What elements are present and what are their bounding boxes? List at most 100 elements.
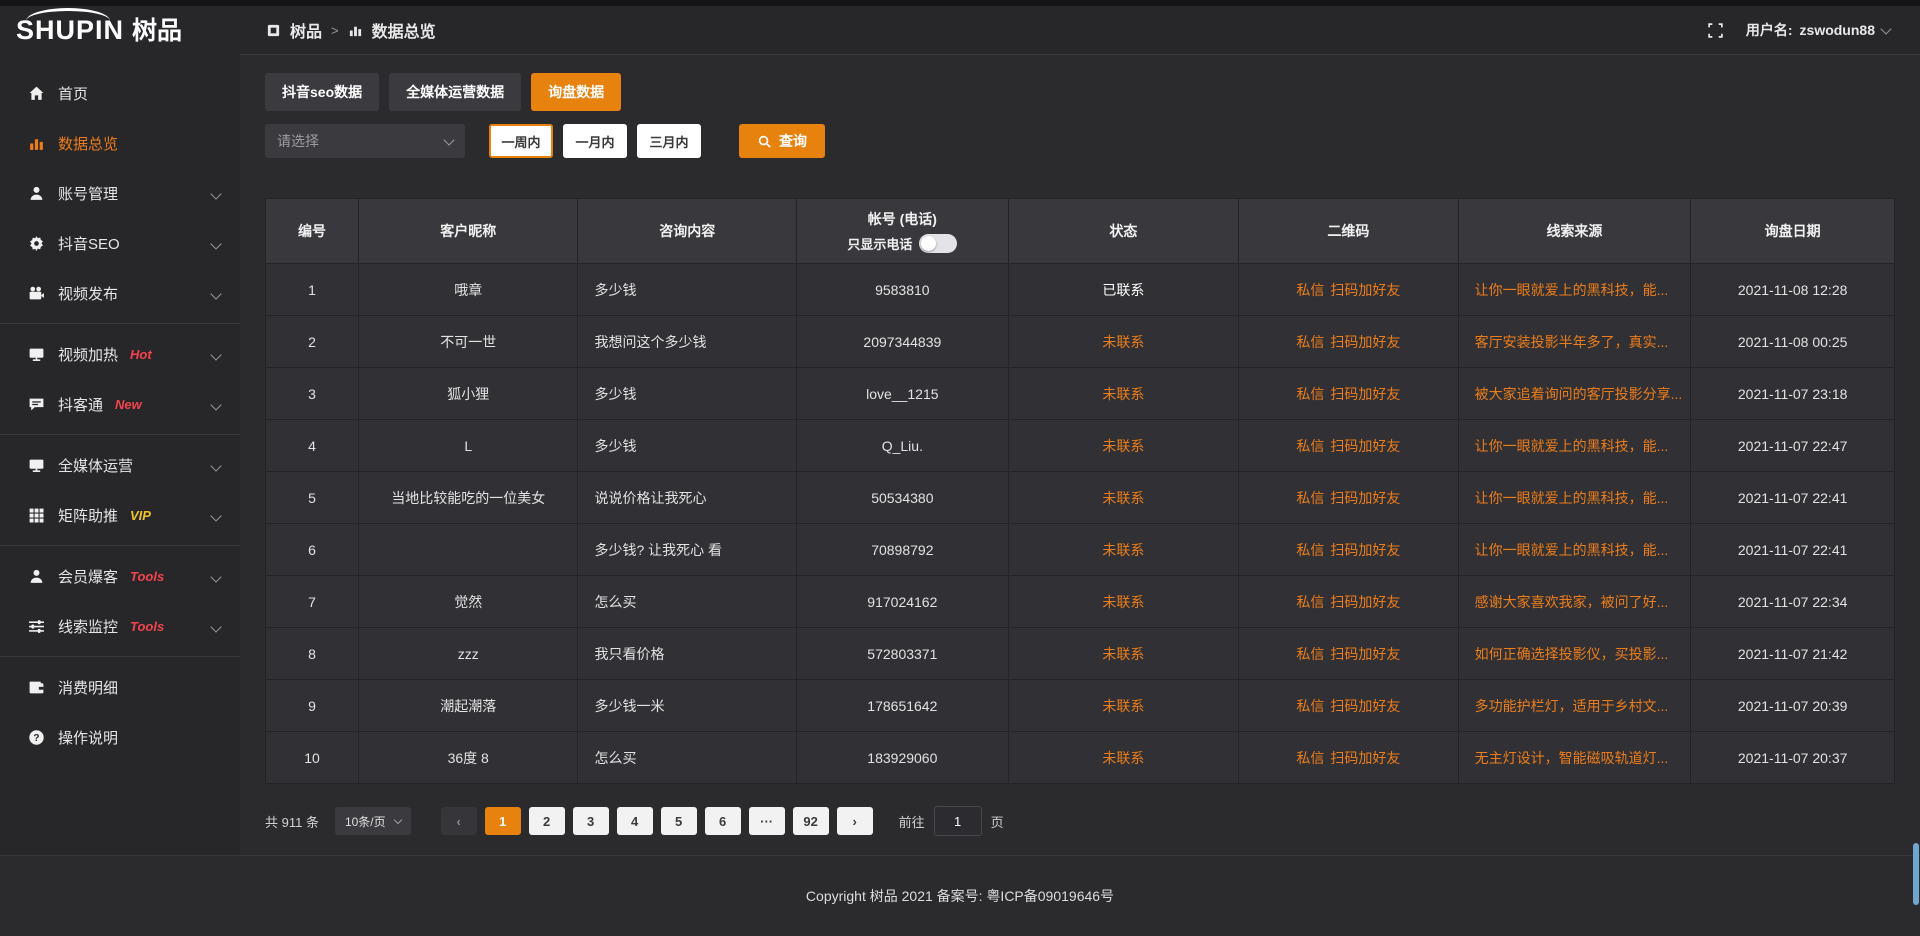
cell-id: 10 (266, 732, 358, 783)
tab-media-operation-data[interactable]: 全媒体运营数据 (389, 73, 521, 111)
phone-only-toggle[interactable] (919, 234, 957, 253)
prev-page-button[interactable]: ‹ (441, 807, 477, 835)
sidebar-item-douketong[interactable]: 抖客通New (0, 379, 240, 429)
username: zswodun88 (1800, 22, 1875, 38)
source-link[interactable]: 如何正确选择投影仪，买投影... (1475, 644, 1669, 664)
range-button-0[interactable]: 一周内 (489, 124, 553, 158)
cell-content: 我只看价格 (578, 628, 796, 679)
tab-douyin-seo-data[interactable]: 抖音seo数据 (265, 73, 379, 111)
chevron-down-icon (212, 235, 220, 252)
qr-scan-add-friend-link[interactable]: 扫码加好友 (1330, 748, 1400, 768)
next-page-button[interactable]: › (837, 807, 873, 835)
qr-scan-add-friend-link[interactable]: 扫码加好友 (1330, 696, 1400, 716)
cell-source: 如何正确选择投影仪，买投影... (1459, 628, 1691, 679)
qr-private-msg-link[interactable]: 私信 (1296, 436, 1324, 456)
phone-only-row: 只显示电话 (847, 234, 957, 253)
chevron-down-icon (212, 185, 220, 202)
svg-text:?: ? (33, 732, 39, 743)
sidebar-item-lead-monitor[interactable]: 线索监控Tools (0, 601, 240, 651)
qr-private-msg-link[interactable]: 私信 (1296, 280, 1324, 300)
source-link[interactable]: 让你一眼就爱上的黑科技，能... (1475, 280, 1669, 300)
user-menu[interactable]: 用户名: zswodun88 (1746, 20, 1890, 40)
page-button-1[interactable]: 1 (485, 807, 521, 835)
qr-scan-add-friend-link[interactable]: 扫码加好友 (1330, 332, 1400, 352)
page-button-2[interactable]: 2 (529, 807, 565, 835)
sidebar-item-consumption-detail[interactable]: 消费明细 (0, 662, 240, 712)
cell-id: 1 (266, 264, 358, 315)
search-button[interactable]: 查询 (739, 124, 825, 158)
cell-status: 已联系 (1009, 264, 1238, 315)
qr-private-msg-link[interactable]: 私信 (1296, 540, 1324, 560)
page-button-4[interactable]: 4 (617, 807, 653, 835)
qr-scan-add-friend-link[interactable]: 扫码加好友 (1330, 436, 1400, 456)
sidebar-item-matrix-boost[interactable]: 矩阵助推VIP (0, 490, 240, 540)
cell-status: 未联系 (1009, 732, 1238, 783)
source-link[interactable]: 让你一眼就爱上的黑科技，能... (1475, 436, 1669, 456)
sidebar-badge: VIP (130, 508, 151, 523)
qr-private-msg-link[interactable]: 私信 (1296, 592, 1324, 612)
sidebar-item-label: 视频加热 (58, 344, 118, 365)
goto-label: 前往 (899, 812, 925, 831)
sidebar-item-account-management[interactable]: 账号管理 (0, 168, 240, 218)
qr-private-msg-link[interactable]: 私信 (1296, 488, 1324, 508)
breadcrumb-root[interactable]: 树品 (290, 18, 322, 42)
column-header-source: 线索来源 (1459, 199, 1691, 263)
page-ellipsis[interactable]: ··· (749, 807, 785, 835)
cell-qrcode: 私信扫码加好友 (1239, 680, 1458, 731)
qr-scan-add-friend-link[interactable]: 扫码加好友 (1330, 592, 1400, 612)
qr-scan-add-friend-link[interactable]: 扫码加好友 (1330, 384, 1400, 404)
sidebar-item-member-baoke[interactable]: 会员爆客Tools (0, 551, 240, 601)
range-button-1[interactable]: 一月内 (563, 124, 627, 158)
cell-qrcode: 私信扫码加好友 (1239, 316, 1458, 367)
home-icon (28, 85, 45, 102)
source-link[interactable]: 无主灯设计，智能磁吸轨道灯... (1475, 748, 1669, 768)
column-header-id: 编号 (266, 199, 358, 263)
source-link[interactable]: 让你一眼就爱上的黑科技，能... (1475, 540, 1669, 560)
sidebar-item-video-heat[interactable]: 视频加热Hot (0, 329, 240, 379)
cell-source: 客厅安装投影半年多了，真实... (1459, 316, 1691, 367)
sidebar-divider (0, 323, 240, 324)
page-button-3[interactable]: 3 (573, 807, 609, 835)
qr-private-msg-link[interactable]: 私信 (1296, 696, 1324, 716)
cell-source: 被大家追着询问的客厅投影分享... (1459, 368, 1691, 419)
scrollbar-thumb[interactable] (1913, 843, 1919, 905)
cell-content: 多少钱 (578, 264, 796, 315)
source-link[interactable]: 多功能护栏灯，适用于乡村文... (1475, 696, 1669, 716)
total-count: 共 911 条 (265, 812, 319, 831)
sidebar-item-home[interactable]: 首页 (0, 68, 240, 118)
search-icon (757, 134, 772, 149)
cell-source: 多功能护栏灯，适用于乡村文... (1459, 680, 1691, 731)
source-link[interactable]: 感谢大家喜欢我家，被问了好... (1475, 592, 1669, 612)
sidebar-item-media-operation[interactable]: 全媒体运营 (0, 440, 240, 490)
qr-private-msg-link[interactable]: 私信 (1296, 748, 1324, 768)
filter-row: 请选择 一周内一月内三月内 查询 (265, 124, 1895, 158)
qr-scan-add-friend-link[interactable]: 扫码加好友 (1330, 280, 1400, 300)
source-link[interactable]: 让你一眼就爱上的黑科技，能... (1475, 488, 1669, 508)
breadcrumb-separator: > (331, 23, 339, 38)
sidebar-item-operation-guide[interactable]: ?操作说明 (0, 712, 240, 762)
qr-scan-add-friend-link[interactable]: 扫码加好友 (1330, 540, 1400, 560)
sidebar-item-video-publish[interactable]: 视频发布 (0, 268, 240, 318)
qr-scan-add-friend-link[interactable]: 扫码加好友 (1330, 644, 1400, 664)
logo[interactable]: SHUPIN 树品 (0, 17, 240, 44)
source-link[interactable]: 被大家追着询问的客厅投影分享... (1475, 384, 1683, 404)
tab-inquiry-data[interactable]: 询盘数据 (531, 73, 621, 111)
cell-date: 2021-11-07 20:39 (1691, 680, 1894, 731)
page-button-92[interactable]: 92 (793, 807, 829, 835)
page-size-select[interactable]: 10条/页 (335, 807, 411, 835)
bar-chart-icon (348, 23, 363, 38)
page-button-6[interactable]: 6 (705, 807, 741, 835)
qr-scan-add-friend-link[interactable]: 扫码加好友 (1330, 488, 1400, 508)
goto-page-input[interactable] (934, 806, 982, 836)
qr-private-msg-link[interactable]: 私信 (1296, 644, 1324, 664)
sidebar-item-douyin-seo[interactable]: 抖音SEO (0, 218, 240, 268)
qr-private-msg-link[interactable]: 私信 (1296, 332, 1324, 352)
qr-private-msg-link[interactable]: 私信 (1296, 384, 1324, 404)
content-row: 首页数据总览账号管理抖音SEO视频发布视频加热Hot抖客通New 全媒体运营矩阵助… (0, 54, 1920, 855)
source-link[interactable]: 客厅安装投影半年多了，真实... (1475, 332, 1669, 352)
account-select[interactable]: 请选择 (265, 124, 465, 158)
sidebar-item-data-overview[interactable]: 数据总览 (0, 118, 240, 168)
page-button-5[interactable]: 5 (661, 807, 697, 835)
fullscreen-icon[interactable] (1707, 22, 1724, 39)
range-button-2[interactable]: 三月内 (637, 124, 701, 158)
